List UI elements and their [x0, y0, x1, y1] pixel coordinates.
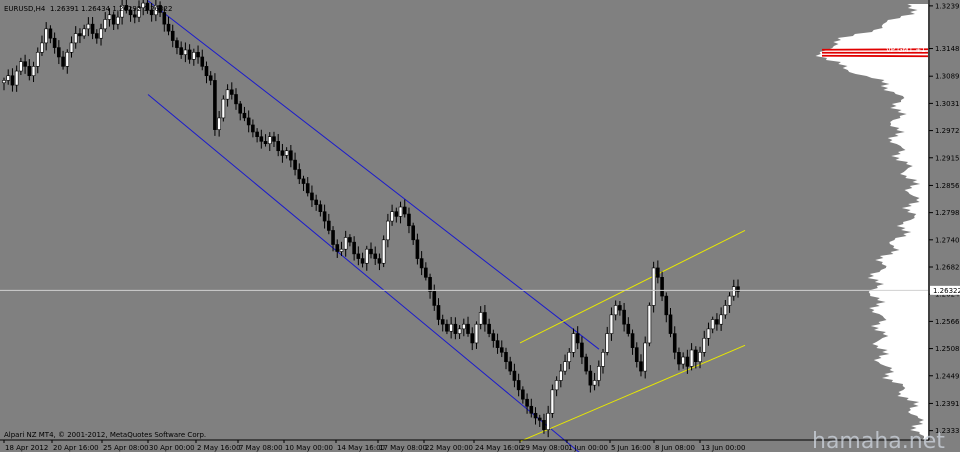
time-tick-label: 1 Jun 00:00 [568, 444, 608, 452]
candle [584, 353, 588, 375]
candle [381, 235, 386, 268]
price-tick-label: 1.32390 [935, 2, 960, 10]
price-tick-label: 1.27400 [935, 236, 960, 244]
candle [213, 73, 217, 136]
candle [647, 302, 652, 347]
time-tick-label: 24 May 16:00 [475, 444, 523, 452]
chart-background [0, 0, 960, 452]
candle [550, 384, 555, 418]
watermark-text: hamaha.net [812, 429, 945, 452]
volume-profile-label: VP GMT +1 [886, 46, 926, 54]
symbol-label: EURUSD,H4 [4, 5, 46, 13]
price-tick-label: 1.27980 [935, 209, 960, 217]
time-tick-label: 20 Apr 16:00 [53, 444, 99, 452]
candle [221, 95, 226, 122]
price-tick-label: 1.25660 [935, 318, 960, 326]
time-tick-label: 8 Jun 08:00 [655, 444, 695, 452]
price-chart[interactable]: 1.323901.326501.314801.308901.303101.297… [0, 0, 960, 452]
price-tick-label: 1.30310 [935, 100, 960, 108]
time-tick-label: 5 Jun 16:00 [611, 444, 651, 452]
price-tick-label: 1.25080 [935, 345, 960, 353]
chart-window[interactable]: 1.323901.326501.314801.308901.303101.297… [0, 0, 960, 452]
price-tick-label: 1.23910 [935, 400, 960, 408]
time-tick-label: 10 May 00:00 [285, 444, 333, 452]
time-tick-label: 22 May 00:00 [425, 444, 473, 452]
time-tick-label: 30 Apr 00:00 [149, 444, 195, 452]
candle [651, 261, 656, 313]
time-tick-label: 29 May 08:00 [521, 444, 569, 452]
time-tick-label: 14 May 16:00 [337, 444, 385, 452]
copyright-text: Alpari NZ MT4, © 2001-2012, MetaQuotes S… [4, 431, 206, 439]
time-tick-label: 25 Apr 08:00 [103, 444, 149, 452]
poc-line [821, 54, 929, 58]
time-tick-label: 2 May 16:00 [197, 444, 241, 452]
price-axis-bg [929, 0, 960, 452]
last-price-label: 1.26322 [933, 287, 960, 295]
time-tick-label: 7 May 08:00 [239, 444, 283, 452]
price-axis[interactable]: 1.323901.326501.314801.308901.303101.297… [928, 0, 960, 452]
price-tick-label: 1.28565 [935, 182, 960, 190]
price-tick-label: 1.29725 [935, 127, 960, 135]
price-tick-label: 1.26820 [935, 264, 960, 272]
price-tick-label: 1.24495 [935, 372, 960, 380]
price-tick-label: 1.30890 [935, 73, 960, 81]
time-tick-label: 18 Apr 2012 [5, 444, 48, 452]
time-tick-label: 17 May 08:00 [379, 444, 427, 452]
ohlc-readout: 1.26391 1.26434 1.26292 1.26322 [50, 5, 172, 13]
price-tick-label: 1.31480 [935, 45, 960, 53]
price-tick-label: 1.29150 [935, 154, 960, 162]
time-tick-label: 13 Jun 00:00 [701, 444, 745, 452]
